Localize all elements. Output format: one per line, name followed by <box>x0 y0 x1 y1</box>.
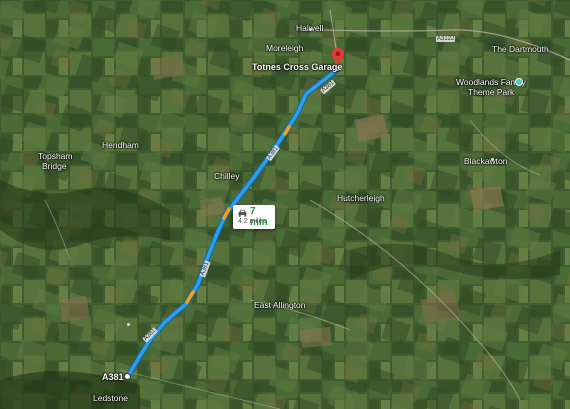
place-label-ledstone: Ledstone <box>93 393 128 403</box>
traffic-segment <box>222 207 231 220</box>
place-label-chilley: Chilley <box>214 171 240 181</box>
village-marker <box>491 158 494 161</box>
destination-label[interactable]: Totnes Cross Garage <box>252 62 342 72</box>
place-label-blackawton: Blackawton <box>464 156 508 166</box>
place-label-hendham: Hendham <box>102 140 139 150</box>
car-icon <box>238 209 247 217</box>
village-marker <box>127 323 130 326</box>
origin-label: A381 <box>102 372 124 382</box>
route-info-callout[interactable]: 7 min 4.2 miles <box>233 205 275 229</box>
theme-park-icon[interactable] <box>515 78 523 86</box>
map-view[interactable]: A381 A381 A381 A381 A3122 Halwell Morele… <box>0 0 570 409</box>
place-label-moreleigh: Moreleigh <box>266 43 304 53</box>
place-label-woodlands: Theme Park <box>468 87 515 97</box>
place-label-topsham: Bridge <box>42 161 67 171</box>
place-label-hutcherleigh: Hutcherleigh <box>337 193 385 203</box>
place-label-east-allington: East Allington <box>254 300 306 310</box>
route-distance: 4.2 miles <box>238 218 267 225</box>
road-label: A3122 <box>436 36 456 42</box>
village-marker <box>309 28 312 31</box>
start-circle-icon[interactable] <box>124 373 131 380</box>
place-label-topsham: Topsham <box>38 151 73 161</box>
place-label-the-dartmouth: The Dartmouth <box>492 44 549 54</box>
